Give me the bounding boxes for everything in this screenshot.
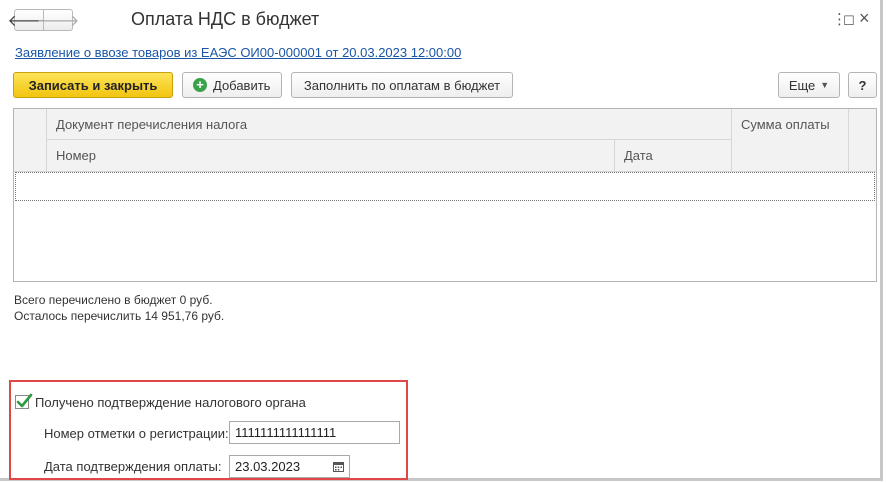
forward-button[interactable]: 🡒 [37,9,79,31]
maximize-icon[interactable]: ☐ [843,12,855,30]
table-row[interactable] [15,172,875,201]
chevron-down-icon: ▼ [820,80,830,90]
more-button[interactable]: Еще ▼ [778,72,840,98]
add-button[interactable]: + Добавить [182,72,282,98]
remaining-total-text: Осталось перечислить 14 951,76 руб. [14,309,225,323]
add-label: Добавить [213,77,271,93]
payment-date-label: Дата подтверждения оплаты: [44,459,222,474]
paid-total-text: Всего перечислено в бюджет 0 руб. [14,293,213,307]
plus-icon: + [193,78,207,92]
column-sum-label: Сумма оплаты [741,117,830,132]
checkmark-icon [16,393,33,408]
column-date-label: Дата [624,148,653,163]
row-marker-header [14,109,47,172]
calendar-button[interactable] [328,455,350,478]
base-document-link[interactable]: Заявление о ввозе товаров из ЕАЭС ОИ00-0… [15,45,461,60]
payments-table[interactable]: Документ перечисления налога Номер Дата … [13,108,877,282]
dialog-window: 🡐 🡒 Оплата НДС в бюджет ⋮ ☐ × Заявление … [0,0,883,481]
confirmation-checkbox[interactable] [15,393,33,409]
window-title: Оплата НДС в бюджет [131,9,320,29]
payment-date-input[interactable] [229,455,329,478]
scrollbar-header [849,109,876,172]
close-icon[interactable]: × [859,9,870,27]
column-header-sum[interactable]: Сумма оплаты [732,109,849,172]
save-and-close-label: Записать и закрыть [28,77,158,93]
column-number-label: Номер [56,148,97,163]
save-and-close-button[interactable]: Записать и закрыть [13,72,173,98]
column-header-number[interactable]: Номер [47,140,615,172]
help-button[interactable]: ? [848,72,877,98]
calendar-icon [333,462,344,472]
fill-from-payments-button[interactable]: Заполнить по оплатам в бюджет [291,72,513,98]
column-group-document: Документ перечисления налога [47,109,732,140]
group-header-label: Документ перечисления налога [56,117,248,132]
fill-label: Заполнить по оплатам в бюджет [303,77,501,93]
registration-number-label: Номер отметки о регистрации: [44,426,229,441]
more-label: Еще [788,77,816,93]
arrow-right-icon: 🡒 [36,12,80,30]
help-icon: ? [858,77,867,93]
registration-number-input[interactable] [229,421,400,444]
column-header-date[interactable]: Дата [615,140,732,172]
confirmation-checkbox-label[interactable]: Получено подтверждение налогового органа [35,395,306,410]
